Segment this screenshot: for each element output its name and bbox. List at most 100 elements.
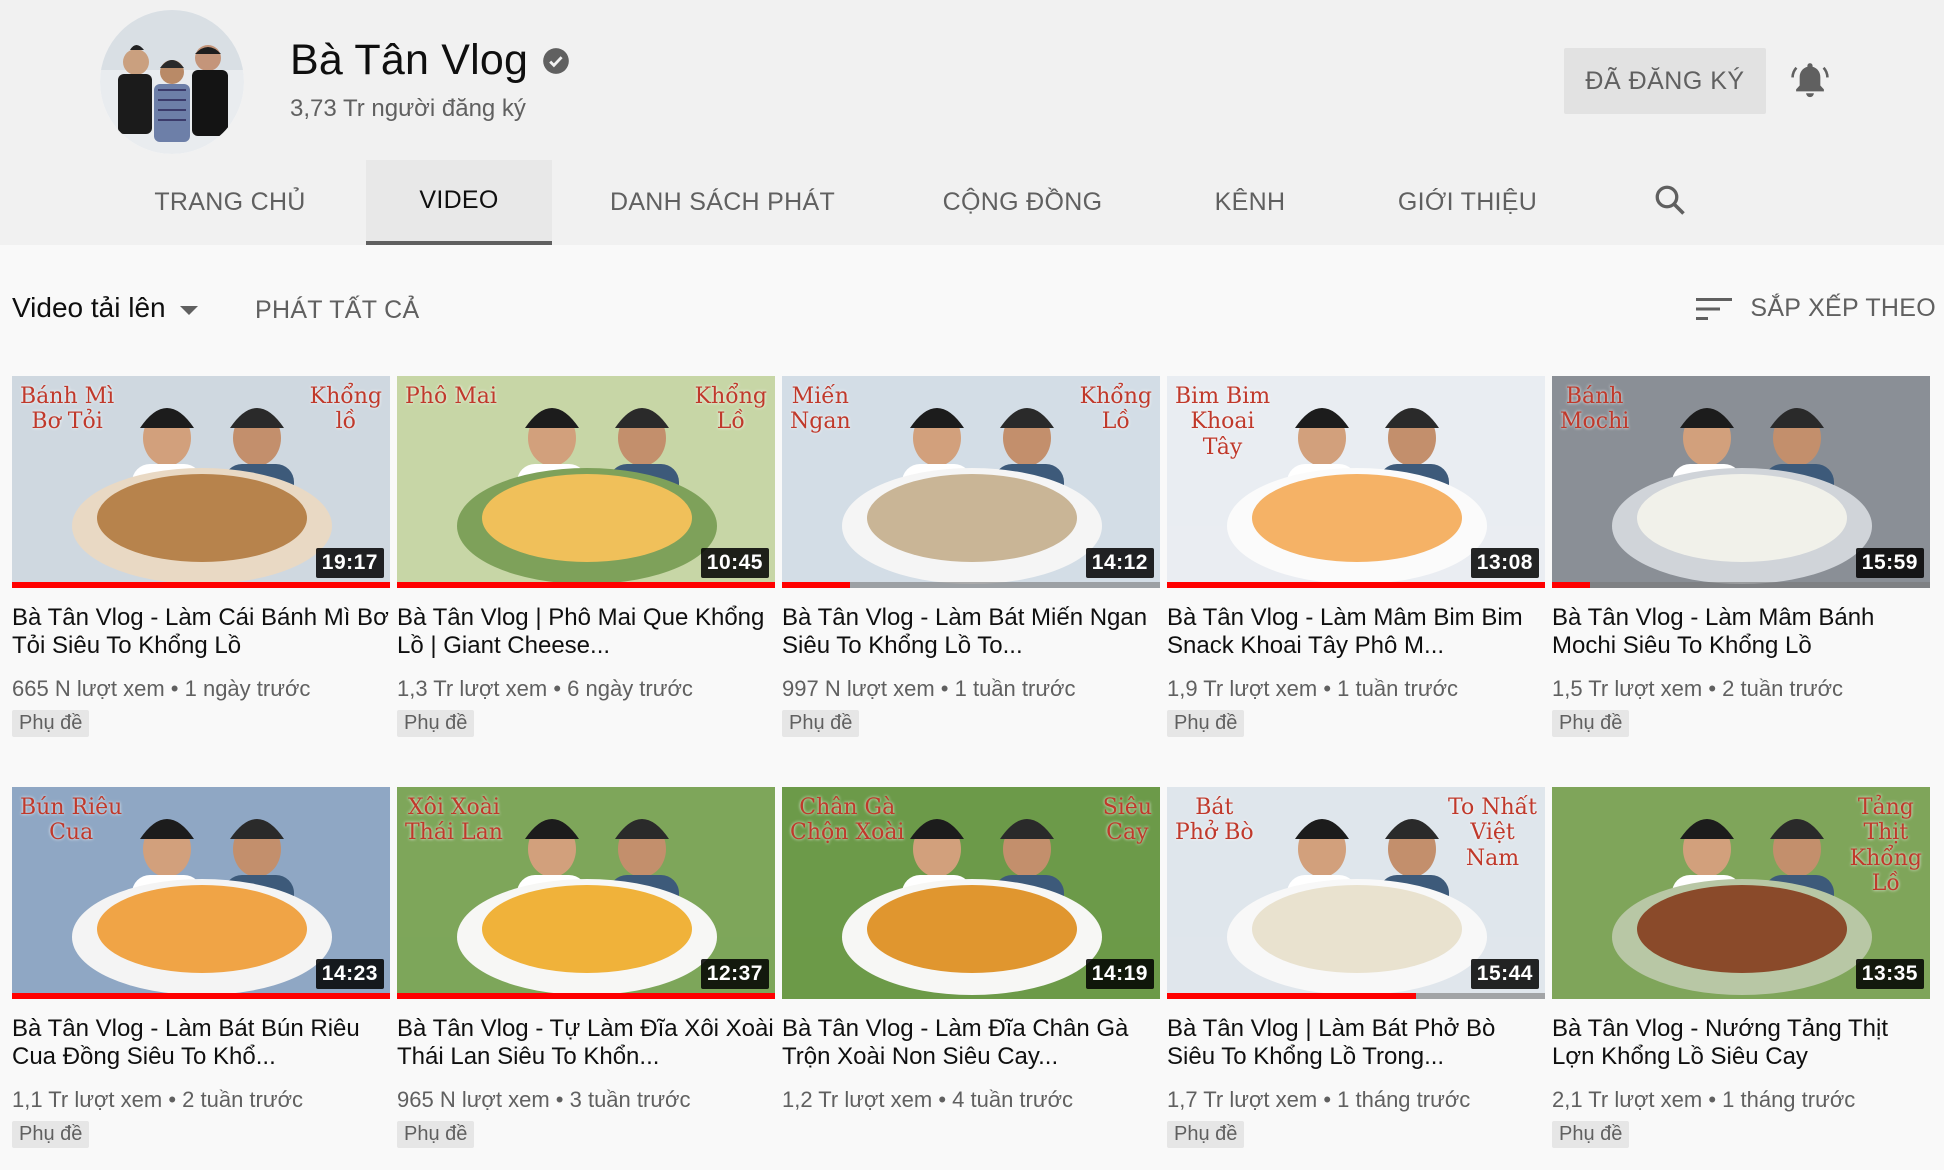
video-meta: 965 N lượt xem • 3 tuần trước (397, 1087, 775, 1113)
tab-videos[interactable]: VIDEO (366, 160, 552, 245)
verified-check-icon (543, 47, 569, 74)
thumbnail-caption-left: Phô Mai (405, 384, 497, 409)
view-count: 2,1 Tr lượt xem (1552, 1087, 1703, 1112)
video-title[interactable]: Bà Tân Vlog - Làm Mâm Bánh Mochi Siêu To… (1552, 604, 1930, 660)
tab-community[interactable]: CỘNG ĐỒNG (940, 160, 1105, 245)
video-card[interactable]: Bánh Mochi 15:59 Bà Tân Vlog - Làm Mâm Bá… (1552, 376, 1930, 737)
tab-home[interactable]: TRANG CHỦ (135, 160, 325, 245)
uploads-dropdown[interactable]: Video tải lên (12, 292, 198, 324)
thumbnail-caption-right: Tảng Thịt Khổng Lồ (1849, 795, 1922, 896)
video-duration: 12:37 (700, 959, 769, 989)
upload-age: 6 ngày trước (567, 676, 693, 701)
sort-button[interactable]: SẮP XẾP THEO (1696, 294, 1936, 323)
video-thumbnail[interactable]: Bát Phở Bò To Nhất Việt Nam 15:44 (1167, 787, 1545, 999)
view-count: 1,9 Tr lượt xem (1167, 676, 1318, 701)
upload-age: 1 tuần trước (1337, 676, 1459, 701)
subtitles-badge: Phụ đề (1167, 710, 1245, 737)
video-thumbnail[interactable]: Tảng Thịt Khổng Lồ 13:35 (1552, 787, 1930, 999)
video-meta: 1,2 Tr lượt xem • 4 tuần trước (782, 1087, 1160, 1113)
video-card[interactable]: Phô Mai Khổng Lồ 10:45 Bà Tân Vlog | Phô … (397, 376, 775, 737)
tab-playlists[interactable]: DANH SÁCH PHÁT (605, 160, 840, 245)
video-title[interactable]: Bà Tân Vlog - Làm Cái Bánh Mì Bơ Tỏi Siê… (12, 604, 390, 660)
watch-progress-bar (1167, 993, 1545, 999)
meta-separator: • (1708, 1087, 1723, 1112)
video-meta: 997 N lượt xem • 1 tuần trước (782, 676, 1160, 702)
video-thumbnail[interactable]: Bánh Mochi 15:59 (1552, 376, 1930, 588)
thumbnail-caption-left: Xôi Xoài Thái Lan (405, 795, 503, 846)
tab-about[interactable]: GIỚI THIỆU (1395, 160, 1540, 245)
subscribed-button[interactable]: ĐÃ ĐĂNG KÝ (1564, 48, 1766, 114)
video-thumbnail[interactable]: Xôi Xoài Thái Lan 12:37 (397, 787, 775, 999)
meta-separator: • (170, 676, 185, 701)
meta-separator: • (938, 1087, 953, 1112)
channel-name: Bà Tân Vlog (290, 36, 529, 84)
upload-age: 3 tuần trước (569, 1087, 691, 1112)
video-title[interactable]: Bà Tân Vlog - Làm Đĩa Chân Gà Trộn Xoài … (782, 1015, 1160, 1071)
video-meta: 665 N lượt xem • 1 ngày trước (12, 676, 390, 702)
view-count: 997 N lượt xem (782, 676, 935, 701)
upload-age: 2 tuần trước (1722, 676, 1844, 701)
video-title[interactable]: Bà Tân Vlog - Nướng Tảng Thịt Lợn Khổng … (1552, 1015, 1930, 1071)
meta-separator: • (1323, 1087, 1338, 1112)
watch-progress-bar (782, 582, 1160, 588)
watch-progress-bar (1552, 582, 1930, 588)
upload-age: 1 tuần trước (954, 676, 1076, 701)
video-title[interactable]: Bà Tân Vlog | Phô Mai Que Khổng Lồ | Gia… (397, 604, 775, 660)
watch-progress-bar (397, 582, 775, 588)
video-title[interactable]: Bà Tân Vlog - Tự Làm Đĩa Xôi Xoài Thái L… (397, 1015, 775, 1071)
upload-age: 1 ngày trước (184, 676, 311, 701)
watch-progress-bar (12, 582, 390, 588)
video-thumbnail[interactable]: Miến Ngan Khổng Lồ 14:12 (782, 376, 1160, 588)
uploads-label: Video tải lên (12, 292, 166, 323)
video-card[interactable]: Bát Phở Bò To Nhất Việt Nam 15:44 Bà Tân Vl… (1167, 787, 1545, 1148)
video-meta: 1,7 Tr lượt xem • 1 tháng trước (1167, 1087, 1545, 1113)
video-duration: 15:59 (1855, 548, 1924, 578)
watch-progress-bar (397, 993, 775, 999)
search-icon[interactable] (1652, 182, 1688, 218)
video-title[interactable]: Bà Tân Vlog | Làm Bát Phở Bò Siêu To Khổ… (1167, 1015, 1545, 1071)
video-thumbnail[interactable]: Bún Riêu Cua 14:23 (12, 787, 390, 999)
video-card[interactable]: Bim Bim Khoai Tây 13:08 Bà Tân Vlog - Làm … (1167, 376, 1545, 737)
thumbnail-caption-right: Khổng Lồ (1079, 384, 1152, 435)
video-card[interactable]: Bún Riêu Cua 14:23 Bà Tân Vlog - Làm Bát … (12, 787, 390, 1148)
caret-down-icon (179, 305, 198, 315)
notification-bell-icon[interactable] (1790, 60, 1830, 102)
subscriber-count: 3,73 Tr người đăng ký (290, 95, 526, 122)
view-count: 1,3 Tr lượt xem (397, 676, 548, 701)
channel-avatar[interactable] (100, 10, 244, 154)
video-card[interactable]: Bánh Mì Bơ Tỏi Khổng lồ 19:17 Bà Tân Vlog … (12, 376, 390, 737)
watch-progress-bar (1167, 582, 1545, 588)
video-card[interactable]: Tảng Thịt Khổng Lồ 13:35 Bà Tân Vlog - Nướn… (1552, 787, 1930, 1148)
video-thumbnail[interactable]: Phô Mai Khổng Lồ 10:45 (397, 376, 775, 588)
subtitles-badge: Phụ đề (1167, 1121, 1245, 1148)
subtitles-badge: Phụ đề (397, 1121, 475, 1148)
video-meta: 1,1 Tr lượt xem • 2 tuần trước (12, 1087, 390, 1113)
play-all-button[interactable]: PHÁT TẤT CẢ (255, 296, 419, 325)
watch-progress-bar (12, 993, 390, 999)
video-title[interactable]: Bà Tân Vlog - Làm Bát Bún Riêu Cua Đồng … (12, 1015, 390, 1071)
video-card[interactable]: Xôi Xoài Thái Lan 12:37 Bà Tân Vlog - Tự … (397, 787, 775, 1148)
video-thumbnail[interactable]: Bim Bim Khoai Tây 13:08 (1167, 376, 1545, 588)
meta-separator: • (168, 1087, 183, 1112)
video-thumbnail[interactable]: Bánh Mì Bơ Tỏi Khổng lồ 19:17 (12, 376, 390, 588)
meta-separator: • (555, 1087, 570, 1112)
video-meta: 1,9 Tr lượt xem • 1 tuần trước (1167, 676, 1545, 702)
meta-separator: • (940, 676, 955, 701)
view-count: 1,2 Tr lượt xem (782, 1087, 933, 1112)
video-card[interactable]: Miến Ngan Khổng Lồ 14:12 Bà Tân Vlog - Làm… (782, 376, 1160, 737)
thumbnail-caption-left: Chân Gà Chộn Xoài (790, 795, 905, 846)
tab-channels[interactable]: KÊNH (1205, 160, 1295, 245)
view-count: 1,7 Tr lượt xem (1167, 1087, 1318, 1112)
video-duration: 14:23 (315, 959, 384, 989)
video-thumbnail[interactable]: Chân Gà Chộn Xoài Siêu Cay 14:19 (782, 787, 1160, 999)
subtitles-badge: Phụ đề (397, 710, 475, 737)
video-duration: 14:19 (1085, 959, 1154, 989)
video-card[interactable]: Chân Gà Chộn Xoài Siêu Cay 14:19 Bà Tân Vl… (782, 787, 1160, 1113)
subtitles-badge: Phụ đề (12, 710, 90, 737)
video-duration: 19:17 (315, 548, 384, 578)
video-title[interactable]: Bà Tân Vlog - Làm Mâm Bim Bim Snack Khoa… (1167, 604, 1545, 660)
subtitles-badge: Phụ đề (782, 710, 860, 737)
video-meta: 1,3 Tr lượt xem • 6 ngày trước (397, 676, 775, 702)
video-meta: 1,5 Tr lượt xem • 2 tuần trước (1552, 676, 1930, 702)
video-title[interactable]: Bà Tân Vlog - Làm Bát Miến Ngan Siêu To … (782, 604, 1160, 660)
